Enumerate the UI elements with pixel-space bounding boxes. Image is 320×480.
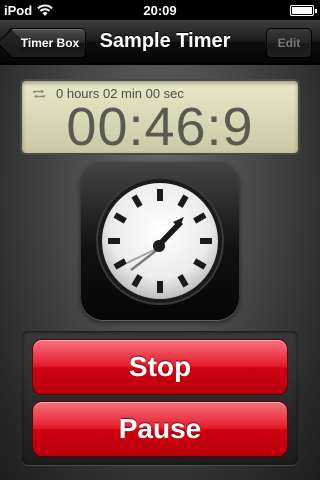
status-time: 20:09 — [143, 3, 177, 18]
battery-icon — [290, 5, 317, 16]
timer-screen: 0 hours 02 min 00 sec 00:46:9 Stop Pause — [0, 65, 320, 480]
navigation-bar: Timer Box Sample Timer Edit — [0, 20, 320, 64]
timer-countdown: 00:46:9 — [66, 97, 254, 157]
lcd-display: 0 hours 02 min 00 sec 00:46:9 — [20, 79, 300, 155]
battery-level — [292, 7, 312, 14]
control-panel: Stop Pause — [22, 331, 298, 465]
repeat-icon — [33, 89, 45, 99]
status-bar: iPod 20:09 — [0, 0, 320, 20]
back-button[interactable]: Timer Box — [0, 28, 86, 58]
edit-button[interactable]: Edit — [266, 28, 312, 58]
pause-button[interactable]: Pause — [32, 401, 288, 457]
dial-face-icon — [96, 177, 224, 305]
page-title: Sample Timer — [99, 30, 231, 52]
back-button-label: Timer Box — [20, 36, 80, 50]
stopwatch-dial-icon — [81, 162, 239, 320]
stop-button[interactable]: Stop — [32, 339, 288, 395]
